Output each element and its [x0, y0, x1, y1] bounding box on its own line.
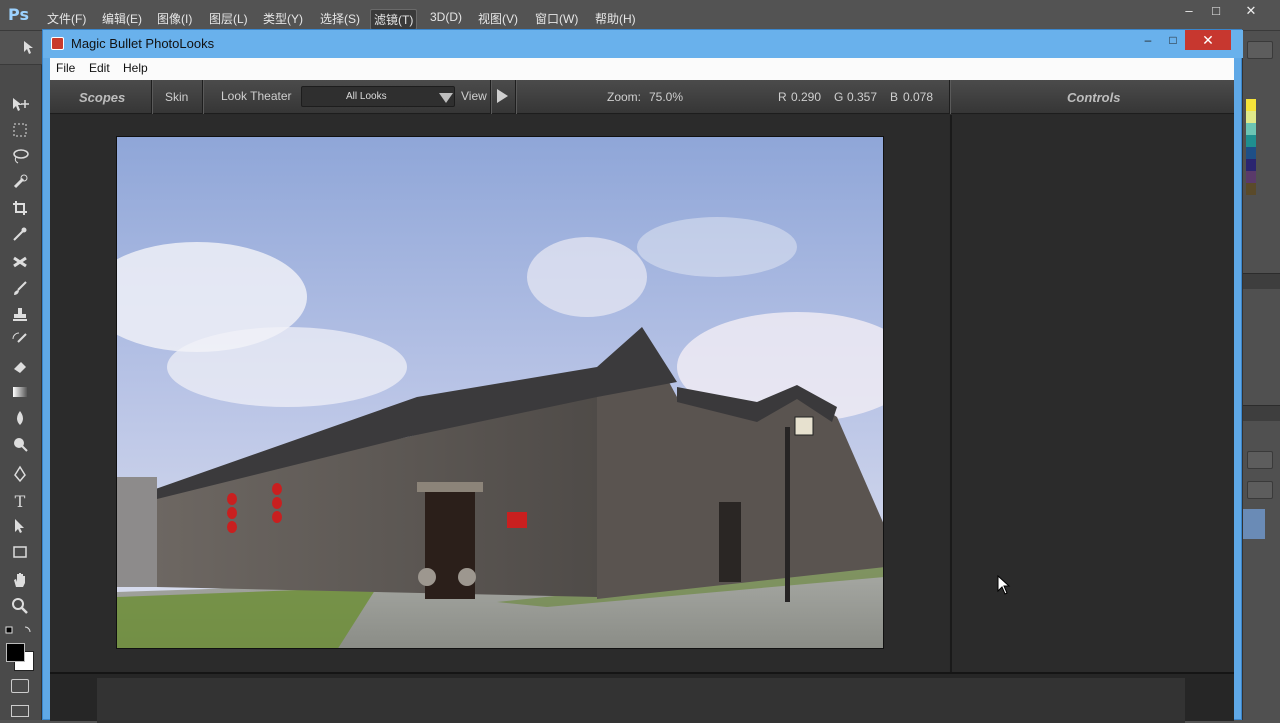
photoshop-right-panels — [1242, 31, 1280, 720]
history-brush-icon[interactable] — [9, 331, 31, 353]
lasso-icon[interactable] — [9, 147, 31, 169]
controls-panel[interactable] — [950, 115, 1234, 672]
preview-photo — [116, 136, 884, 649]
mouse-cursor-icon — [997, 574, 1011, 598]
tab-scopes[interactable]: Scopes — [79, 90, 125, 105]
zoom-label: Zoom: — [607, 90, 642, 104]
zoom-icon[interactable] — [9, 597, 31, 619]
blur-icon[interactable] — [9, 409, 31, 431]
marquee-icon[interactable] — [9, 121, 31, 143]
panel-dropdown-2[interactable] — [1247, 481, 1273, 499]
brush-icon[interactable] — [9, 279, 31, 301]
type-icon[interactable]: T — [9, 491, 31, 513]
ps-menu-select[interactable]: 选择(S) — [317, 9, 363, 28]
swatch-2[interactable] — [1246, 111, 1256, 123]
play-icon[interactable] — [497, 89, 508, 103]
default-colors-icon[interactable] — [5, 625, 35, 640]
menu-edit[interactable]: Edit — [89, 61, 110, 75]
dropdown-arrow-icon — [439, 93, 453, 103]
maximize-button[interactable]: □ — [1163, 30, 1183, 50]
ps-menu-layer[interactable]: 图层(L) — [206, 9, 251, 28]
app-icon — [51, 37, 64, 50]
ps-maximize-button[interactable]: □ — [1201, 0, 1231, 22]
view-button[interactable]: View — [461, 89, 487, 103]
ps-menu-3d[interactable]: 3D(D) — [427, 9, 465, 25]
crop-icon[interactable] — [9, 199, 31, 221]
ps-menu-type[interactable]: 类型(Y) — [260, 9, 306, 28]
swatch-1[interactable] — [1246, 99, 1256, 111]
eyedropper-icon[interactable] — [9, 225, 31, 247]
ps-menu-filter[interactable]: 滤镜(T) — [370, 9, 418, 30]
b-label: B — [890, 90, 899, 104]
r-value: 0.290 — [791, 90, 822, 104]
looks-select-value: All Looks — [346, 91, 387, 102]
ps-menu-edit[interactable]: 编辑(E) — [99, 9, 145, 28]
shape-icon[interactable] — [9, 543, 31, 565]
swatch-5[interactable] — [1246, 147, 1256, 159]
look-theater-label[interactable]: Look Theater — [221, 89, 292, 103]
ps-close-button[interactable]: ✕ — [1236, 0, 1266, 22]
panel-header-2 — [1243, 405, 1280, 421]
quick-select-icon[interactable] — [9, 173, 31, 195]
panel-dropdown-1[interactable] — [1247, 451, 1273, 469]
image-viewport[interactable] — [50, 115, 949, 672]
swatch-6[interactable] — [1246, 159, 1256, 171]
window-menubar: File Edit Help — [50, 58, 1234, 80]
toolbar-divider — [202, 80, 203, 114]
gradient-icon[interactable] — [9, 383, 31, 405]
swatch-4[interactable] — [1246, 135, 1256, 147]
swatch-3[interactable] — [1246, 123, 1256, 135]
pen-icon[interactable] — [9, 465, 31, 487]
ps-minimize-button[interactable]: – — [1174, 0, 1204, 22]
toolbar-divider — [490, 80, 491, 114]
minimize-button[interactable]: – — [1138, 30, 1158, 50]
g-label: G — [834, 90, 844, 104]
ps-menu-file[interactable]: 文件(F) — [44, 9, 89, 28]
photolooks-content: Scopes Skin Look Theater All Looks View … — [50, 80, 1234, 723]
move-icon[interactable] — [9, 95, 31, 117]
ps-menu-help[interactable]: 帮助(H) — [592, 9, 639, 28]
zoom-value: 75.0% — [649, 90, 684, 104]
looks-bottom-strip — [50, 672, 1234, 723]
g-value: 0.357 — [847, 90, 878, 104]
toolbar-divider — [949, 80, 950, 114]
photoshop-menubar: Ps 文件(F) 编辑(E) 图像(I) 图层(L) 类型(Y) 选择(S) 滤… — [0, 0, 1280, 31]
photolooks-window: Magic Bullet PhotoLooks – □ ✕ File Edit … — [42, 29, 1243, 723]
path-select-icon[interactable] — [9, 517, 31, 539]
close-button[interactable]: ✕ — [1185, 30, 1231, 50]
panel-scroll-thumb[interactable] — [1247, 41, 1273, 59]
screen-mode-icon[interactable] — [11, 705, 29, 717]
healing-icon[interactable] — [9, 253, 31, 275]
menu-help[interactable]: Help — [123, 61, 148, 75]
selected-layer-icon[interactable] — [1243, 509, 1265, 539]
menu-file[interactable]: File — [56, 61, 75, 75]
r-label: R — [778, 90, 787, 104]
stamp-icon[interactable] — [9, 305, 31, 327]
ps-menu-image[interactable]: 图像(I) — [154, 9, 195, 28]
b-value: 0.078 — [903, 90, 934, 104]
tab-controls[interactable]: Controls — [1067, 90, 1120, 105]
photolooks-toolbar: Scopes Skin Look Theater All Looks View … — [50, 80, 1234, 114]
window-titlebar[interactable]: Magic Bullet PhotoLooks – □ ✕ — [43, 30, 1243, 58]
toolbar-divider — [151, 80, 152, 114]
swatch-8[interactable] — [1246, 183, 1256, 195]
foreground-color-swatch[interactable] — [6, 643, 25, 662]
panel-header-1 — [1243, 273, 1280, 289]
ps-menu-view[interactable]: 视图(V) — [475, 9, 521, 28]
look-stack-bar[interactable] — [97, 678, 1185, 723]
photoshop-logo: Ps — [8, 5, 29, 24]
dodge-icon[interactable] — [9, 435, 31, 457]
photoshop-toolbar: T — [0, 65, 42, 720]
looks-category-select[interactable]: All Looks — [301, 86, 455, 107]
hand-icon[interactable] — [9, 571, 31, 593]
eraser-icon[interactable] — [9, 357, 31, 379]
move-tool-options-icon[interactable] — [22, 39, 40, 58]
tab-skin[interactable]: Skin — [165, 90, 188, 104]
swatch-7[interactable] — [1246, 171, 1256, 183]
ps-menu-window[interactable]: 窗口(W) — [532, 9, 581, 28]
quick-mask-icon[interactable] — [11, 679, 29, 693]
window-title: Magic Bullet PhotoLooks — [71, 36, 215, 51]
toolbar-divider — [515, 80, 516, 114]
